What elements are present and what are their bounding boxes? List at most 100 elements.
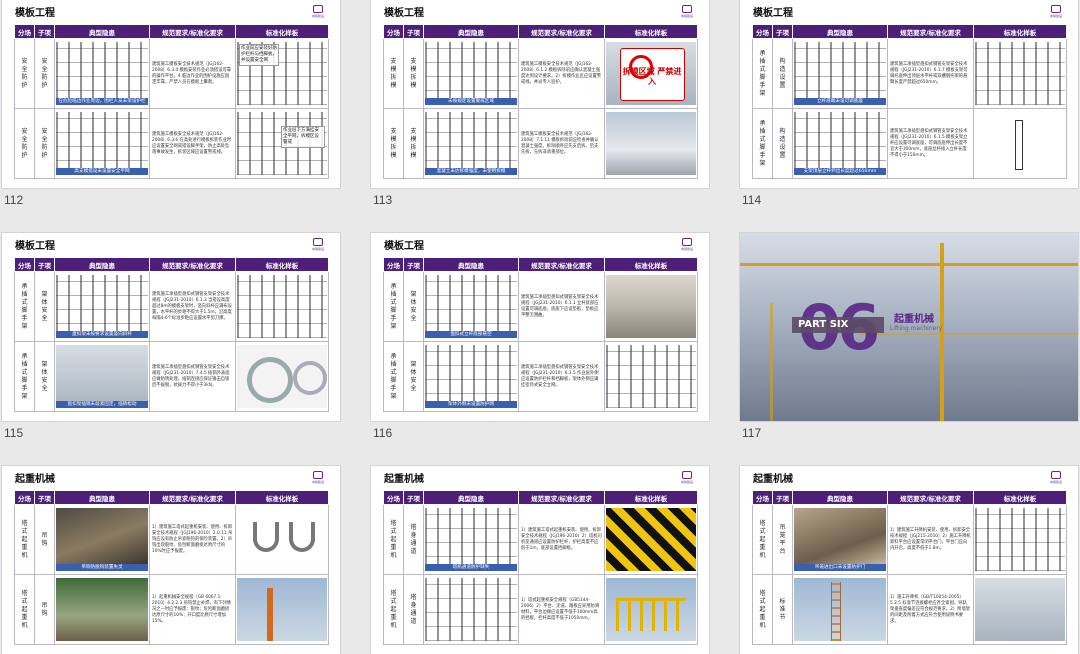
- hazard-photo[interactable]: 吊钩防脱钩装置失灵: [54, 504, 150, 575]
- hazard-photo[interactable]: 混凝土未达拆模强度，未使用拆模: [423, 108, 519, 179]
- slide-title: 模板工程: [384, 8, 424, 19]
- table-row: 承插式脚手架 构造设置 立杆底端未设可调底座 建筑施工承插型盘扣式钢管支架安全技…: [752, 38, 1067, 109]
- cell-fenchang: 安全防护: [14, 108, 35, 179]
- hazard-photo[interactable]: 架体外侧未设置防护网: [423, 341, 519, 412]
- th-zixiang: 子项: [34, 24, 55, 39]
- logo-icon: [313, 5, 323, 13]
- photo-caption: 吊笼进出口未设置防护门: [794, 564, 886, 571]
- company-logo: 中铁建设: [308, 5, 328, 19]
- hazard-photo[interactable]: 盘扣架插销未敲紧固定，插销松动: [54, 341, 150, 412]
- hazard-photo[interactable]: 吊笼进出口未设置防护门: [792, 504, 888, 575]
- sample-photo[interactable]: [973, 574, 1067, 645]
- hazard-table: 分场 子项 典型隐患 规范要求/标准化要求 标准化样板 支模拆模 支模拆模 未按规定设置…: [383, 24, 698, 179]
- sample-photo[interactable]: 拆模区域 严禁进入: [604, 38, 698, 109]
- sample-photo[interactable]: [604, 108, 698, 179]
- hazard-photo[interactable]: [423, 574, 519, 645]
- photo-caption: 盘扣式立杆底部悬空: [425, 331, 517, 338]
- slide-number: 113: [373, 193, 393, 207]
- requirement-text: 建筑施工承插型盘扣式钢管支架安全技术规程（JGJ231-2010）6.1.1 立…: [518, 271, 605, 342]
- sample-photo[interactable]: [604, 504, 698, 575]
- slide-113[interactable]: 模板工程 中铁建设 分场 子项 典型隐患 规范要求/标准化要求 标准化样板 支模拆模 支…: [371, 0, 709, 188]
- hazard-table: 分场 子项 典型隐患 规范要求/标准化要求 标准化样板 承插式脚手架 构造设置 立杆底端…: [752, 24, 1067, 179]
- table-row: 塔式起重机 吊钩 1）起重机械安全规程（GB 6067.1-2010）4.2.2…: [14, 574, 329, 645]
- requirement-text: 1）建筑施工塔式起重机安装、使用、拆卸安全技术规程（JGJ196-2010）2.…: [149, 504, 236, 575]
- slide-title: 起重机械: [753, 474, 793, 485]
- cell-fenchang: 安全防护: [14, 38, 35, 109]
- sample-photo[interactable]: 作业层下方满挂安全平网，拆模区设警戒: [235, 108, 329, 179]
- th-hazard: 典型隐患: [54, 24, 150, 39]
- guardrail: [616, 598, 686, 631]
- slide-120[interactable]: 起重机械 中铁建设 分场 子项 典型隐患 规范要求/标准化要求 标准化样板 塔式起重机 …: [740, 466, 1078, 654]
- cell-zixiang: 安全防护: [34, 108, 55, 179]
- hazard-photo[interactable]: 塔机通道防护缺失: [423, 504, 519, 575]
- photo-caption: 未按规定设置警戒区域: [425, 98, 517, 105]
- requirement-text: 建筑施工模板安全技术规范（JGJ162-2008）6.1.2 模板拆除前应确认混…: [518, 38, 605, 109]
- photo-caption: 塔机通道防护缺失: [425, 564, 517, 571]
- slide-116[interactable]: 模板工程 中铁建设 分场 子项 典型隐患 规范要求/标准化要求 标准化样板 承插式脚手架…: [371, 233, 709, 421]
- logo-icon: [682, 5, 692, 13]
- requirement-text: 1）起重机械安全规程（GB 6067.1-2010）4.2.2.3 吊钩禁止补焊…: [149, 574, 236, 645]
- requirement-text: 1）建筑施工升降机安装、使用、拆卸安全技术规程（JGJ215-2010）2）施工…: [887, 504, 974, 575]
- hazard-photo[interactable]: [54, 574, 150, 645]
- slide-title: 模板工程: [753, 8, 793, 19]
- sample-photo[interactable]: [235, 504, 329, 575]
- sample-photo[interactable]: [235, 574, 329, 645]
- requirement-text: 建筑施工承插型盘扣式钢管支架安全技术规程（JGJ231-2010）6.1.3 当…: [149, 271, 236, 342]
- logo-icon: [1051, 471, 1061, 479]
- warning-sign: 拆模区域 严禁进入: [619, 48, 685, 101]
- hazard-photo[interactable]: 未按规定设置警戒区域: [423, 38, 519, 109]
- hazard-photo[interactable]: [792, 574, 888, 645]
- company-logo: 中铁建设: [677, 238, 697, 252]
- part-label: PART SIX: [798, 319, 849, 330]
- requirement-text: 建筑施工承插型盘扣式钢管支架安全技术规程（JGJ231-2010）6.1.5 作…: [518, 341, 605, 412]
- slide-title: 模板工程: [15, 8, 55, 19]
- table-row: 塔式起重机 塔身通道 塔机通道防护缺失 1）建筑施工塔式起重机安装、使用、拆卸安…: [383, 504, 698, 575]
- table-row: 塔式起重机 吊钩 吊钩防脱钩装置失灵 1）建筑施工塔式起重机安装、使用、拆卸安全…: [14, 504, 329, 575]
- hazard-photo[interactable]: 高支模搭设未设置安全平网: [54, 108, 150, 179]
- th-fenchang: 分场: [14, 24, 35, 39]
- photo-caption: 在危险临边作业周边，围栏人员未架设护栏: [56, 98, 148, 105]
- sample-photo[interactable]: [604, 574, 698, 645]
- sample-photo[interactable]: [604, 341, 698, 412]
- slide-number: 114: [742, 193, 762, 207]
- sample-note: 作业层下方满挂安全平网，拆模区设警戒: [281, 126, 325, 148]
- sample-photo[interactable]: [973, 108, 1067, 179]
- slide-title: 模板工程: [15, 241, 55, 252]
- table-row: 承插式脚手架 架体安全 盘扣式立杆底部悬空 建筑施工承插型盘扣式钢管支架安全技术…: [383, 271, 698, 342]
- company-logo: 中铁建设: [1046, 471, 1066, 485]
- table-row: 承插式脚手架 构造设置 支架顶层立杆伸出长度超过650mm 建筑施工承插型盘扣式…: [752, 108, 1067, 179]
- requirement-text: 1）施工升降机（GB/T10054-2005）5.2.5 标准节连接螺栓应齐全紧…: [887, 574, 974, 645]
- company-logo: 中铁建设: [677, 5, 697, 19]
- requirement-text: 建筑施工模板安全技术规范（JGJ162-2008）6.3.4 模板安装作业必须搭…: [149, 38, 236, 109]
- slide-118[interactable]: 起重机械 中铁建设 分场 子项 典型隐患 规范要求/标准化要求 标准化样板 塔式起重机 …: [2, 466, 340, 654]
- hazard-photo[interactable]: 立杆底端未设可调底座: [792, 38, 888, 109]
- requirement-text: 1）塔式起重机安全规程（GB5144-2006）2）平台、走道、踏板应采用防滑材…: [518, 574, 605, 645]
- company-logo: 中铁建设: [1046, 5, 1066, 19]
- requirement-text: 1）建筑施工塔式起重机安装、使用、拆卸安全技术规程（JGJ196-2010）2）…: [518, 504, 605, 575]
- sample-photo[interactable]: 作业前应安装好防护栏杆与挡脚板，并设置安全网: [235, 38, 329, 109]
- slide-112[interactable]: 模板工程 中铁建设 分场 子项 典型隐患 规范要求/标准化要求 标准化样板 安全防护 安…: [2, 0, 340, 188]
- hazard-photo[interactable]: 盘扣架未按要求设置竖向斜杆: [54, 271, 150, 342]
- slide-117-cover[interactable]: 06 PART SIX 起重机械 Lifting machinery: [740, 233, 1078, 421]
- slide-115[interactable]: 模板工程 中铁建设 分场 子项 典型隐患 规范要求/标准化要求 标准化样板 承插式脚手架…: [2, 233, 340, 421]
- sample-photo[interactable]: [604, 271, 698, 342]
- sample-photo[interactable]: [235, 271, 329, 342]
- requirement-text: 建筑施工承插型盘扣式钢管支架安全技术规程（JGJ231-2010）6.1.7 模…: [887, 38, 974, 109]
- slide-number: 117: [742, 426, 762, 440]
- sample-note: 作业前应安装好防护栏杆与挡脚板，并设置安全网: [239, 44, 279, 66]
- sample-photo[interactable]: [973, 38, 1067, 109]
- table-row: 塔式起重机 塔身通道 1）塔式起重机安全规程（GB5144-2006）2）平台、…: [383, 574, 698, 645]
- sample-photo[interactable]: [235, 341, 329, 412]
- requirement-text: 建筑施工模板安全技术规范（JGJ162-2008）7.1.11 模板拆除前应检查…: [518, 108, 605, 179]
- sample-photo[interactable]: [973, 504, 1067, 575]
- crane-mast: [940, 243, 944, 421]
- slide-119[interactable]: 起重机械 中铁建设 分场 子项 典型隐患 规范要求/标准化要求 标准化样板 塔式起重机 …: [371, 466, 709, 654]
- table-row: 塔式起重机 标准节 1）施工升降机（GB/T10054-2005）5.2.5 标…: [752, 574, 1067, 645]
- hazard-photo[interactable]: 盘扣式立杆底部悬空: [423, 271, 519, 342]
- slide-114[interactable]: 模板工程 中铁建设 分场 子项 典型隐患 规范要求/标准化要求 标准化样板 承插式脚手架…: [740, 0, 1078, 188]
- slide-title: 模板工程: [384, 241, 424, 252]
- hazard-photo[interactable]: 支架顶层立杆伸出长度超过650mm: [792, 108, 888, 179]
- hazard-table: 分场 子项 典型隐患 规范要求/标准化要求 标准化样板 塔式起重机 吊钩 吊钩防脱钩装置…: [14, 490, 329, 645]
- crane-jib: [740, 263, 1078, 266]
- hazard-photo[interactable]: 在危险临边作业周边，围栏人员未架设护栏: [54, 38, 150, 109]
